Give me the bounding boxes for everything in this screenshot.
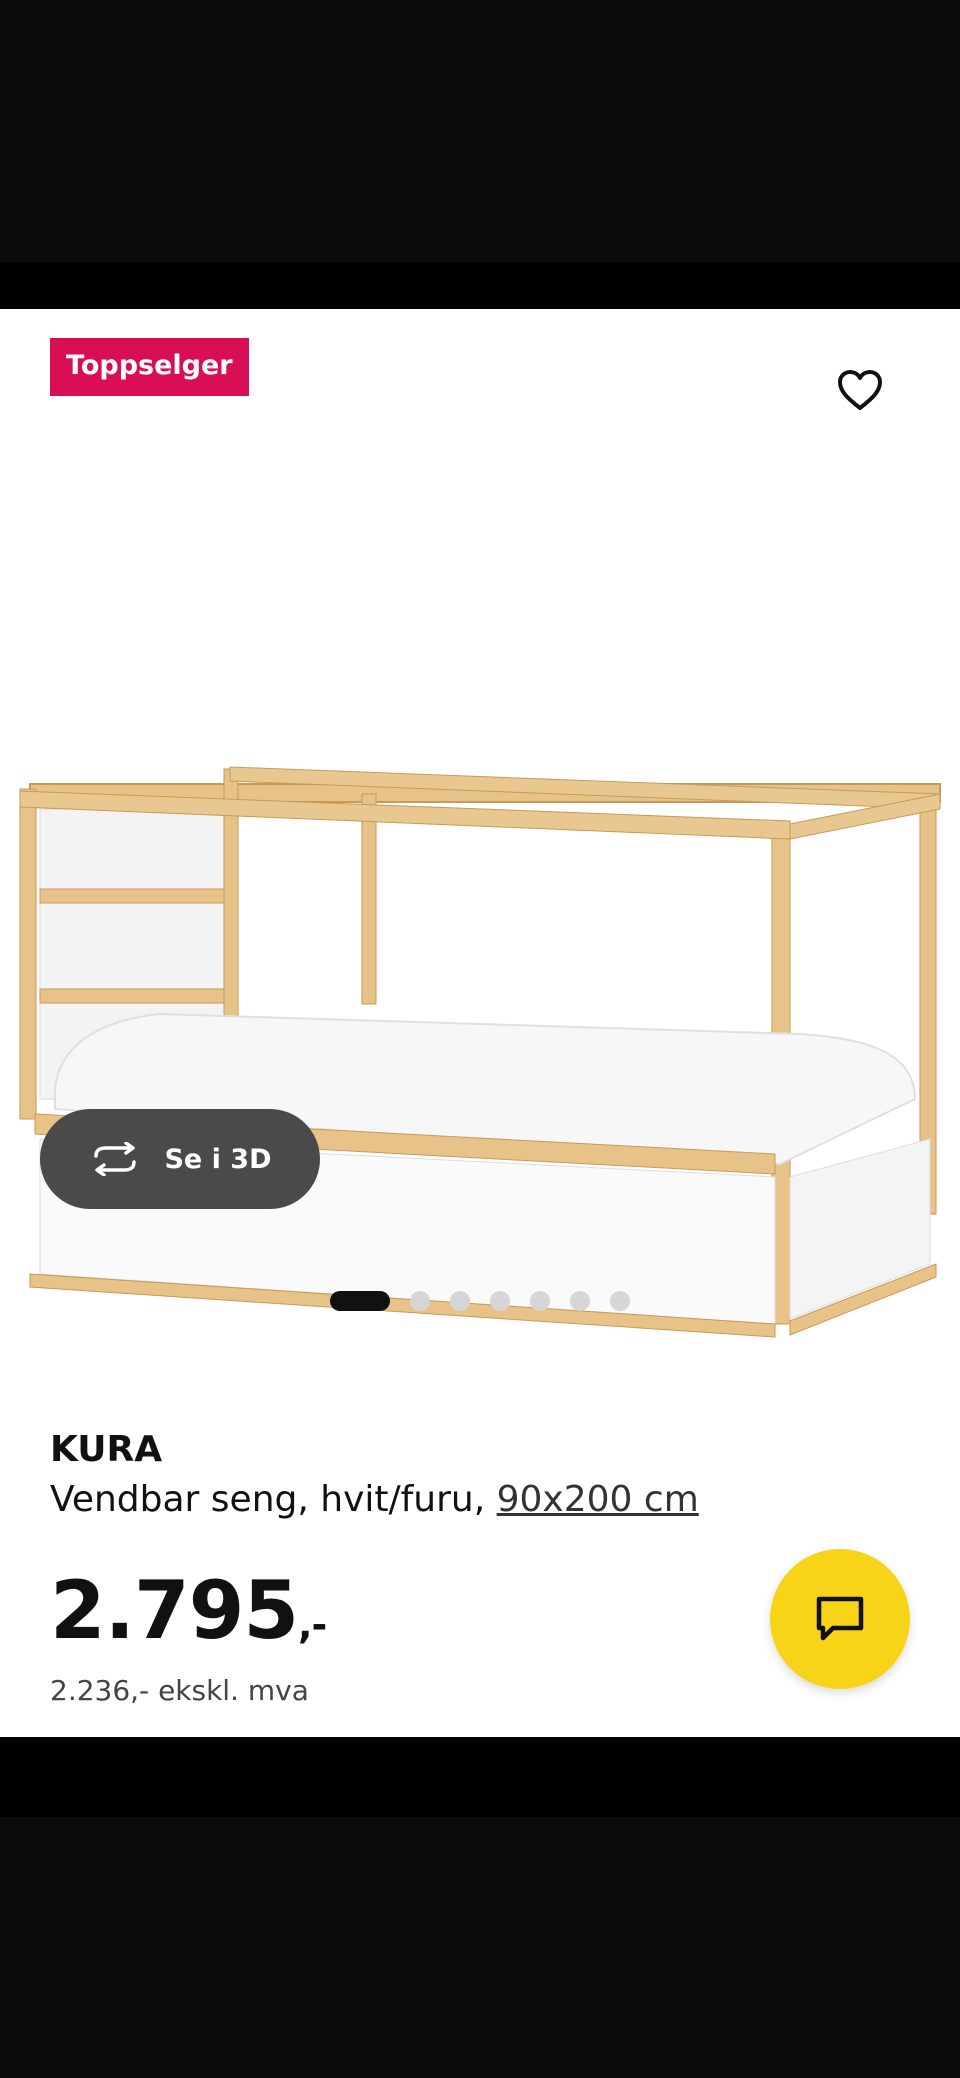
bottom-strip — [0, 1737, 960, 1817]
favorite-button[interactable] — [834, 364, 886, 416]
carousel-dot[interactable] — [530, 1291, 550, 1311]
bed-end-rail-1 — [39, 888, 236, 904]
product-image-bed[interactable] — [0, 449, 960, 1389]
carousel-indicator — [0, 1289, 960, 1313]
price-ex-vat: 2.236,- ekskl. mva — [50, 1674, 309, 1707]
bed-end-rail-2 — [39, 988, 236, 1004]
product-size-link[interactable]: 90x200 cm — [497, 1479, 699, 1520]
heart-outline-icon — [838, 370, 882, 410]
product-description: Vendbar seng, hvit/furu, 90x200 cm — [50, 1479, 699, 1520]
bed-post-back-mid — [361, 793, 377, 1005]
top-seller-badge: Toppselger — [50, 338, 249, 396]
carousel-dot[interactable] — [490, 1291, 510, 1311]
carousel-dot[interactable] — [450, 1291, 470, 1311]
carousel-dot[interactable] — [570, 1291, 590, 1311]
top-strip — [0, 262, 960, 309]
chat-bubble-icon — [816, 1596, 864, 1641]
carousel-dot[interactable] — [410, 1291, 430, 1311]
product-brand: KURA — [50, 1429, 163, 1470]
view-3d-label: Se i 3D — [164, 1143, 272, 1175]
price-suffix: ,- — [298, 1603, 327, 1647]
chat-button[interactable] — [770, 1549, 910, 1689]
top-black-area — [0, 0, 960, 262]
price-main: 2.795 — [50, 1564, 299, 1657]
product-description-text: Vendbar seng, hvit/furu, — [50, 1479, 497, 1520]
carousel-dot-active[interactable] — [330, 1291, 390, 1311]
bed-post-left — [19, 788, 37, 1120]
product-price: 2.795,- — [50, 1564, 327, 1657]
bottom-black-area — [0, 1817, 960, 2078]
carousel-dot[interactable] — [610, 1291, 630, 1311]
view-3d-button[interactable]: Se i 3D — [40, 1109, 320, 1209]
product-card: Toppselger Se i 3D KURA Vendbar seng, hv… — [0, 309, 960, 1737]
rotate-3d-icon — [94, 1142, 137, 1176]
